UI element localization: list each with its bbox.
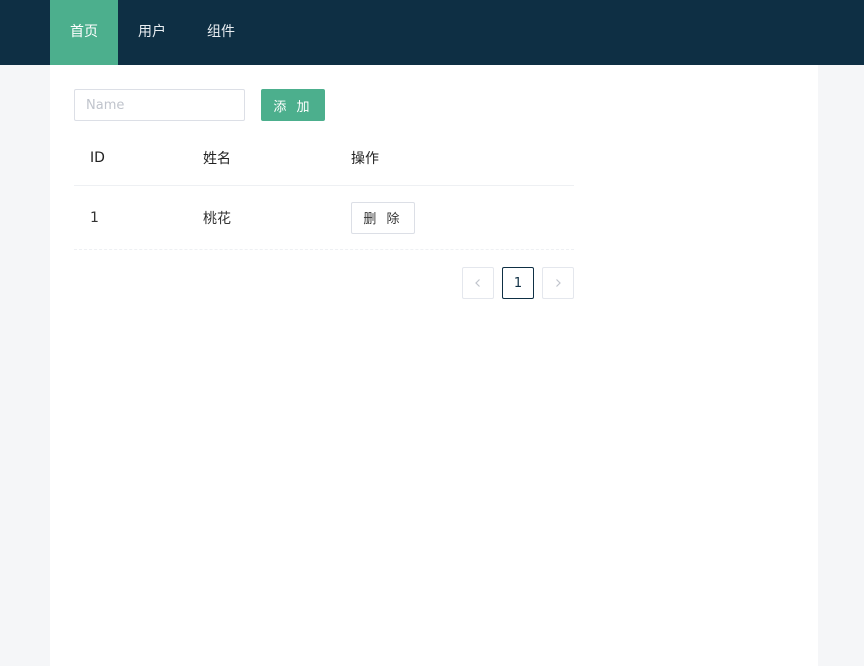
add-button[interactable]: 添 加 (261, 89, 325, 121)
prev-page-button[interactable] (462, 267, 494, 299)
column-header-action: 操作 (351, 150, 379, 167)
next-page-button[interactable] (542, 267, 574, 299)
nav-item-components[interactable]: 组件 (185, 0, 235, 65)
column-header-id: ID (90, 149, 105, 166)
table-row: 1 桃花 删 除 (74, 186, 574, 250)
row-action-cell: 删 除 (351, 186, 415, 249)
row-id: 1 (90, 209, 99, 226)
delete-button[interactable]: 删 除 (351, 201, 415, 234)
column-header-name: 姓名 (203, 150, 231, 167)
row-name: 桃花 (203, 210, 231, 227)
nav-item-home[interactable]: 首页 (50, 0, 118, 65)
name-input[interactable] (74, 89, 245, 121)
main-nav: 首页 用户 组件 (50, 0, 235, 65)
page-button-current[interactable]: 1 (502, 267, 534, 299)
top-navbar: 首页 用户 组件 (0, 0, 864, 65)
chevron-right-icon (556, 279, 561, 287)
pagination: 1 (462, 267, 574, 299)
user-table: ID 姓名 操作 1 桃花 删 除 (74, 130, 574, 250)
table-header: ID 姓名 操作 (74, 130, 574, 186)
nav-item-users[interactable]: 用户 (118, 0, 185, 65)
chevron-left-icon (475, 279, 480, 287)
main-content: 添 加 ID 姓名 操作 1 桃花 删 除 1 (50, 65, 818, 666)
